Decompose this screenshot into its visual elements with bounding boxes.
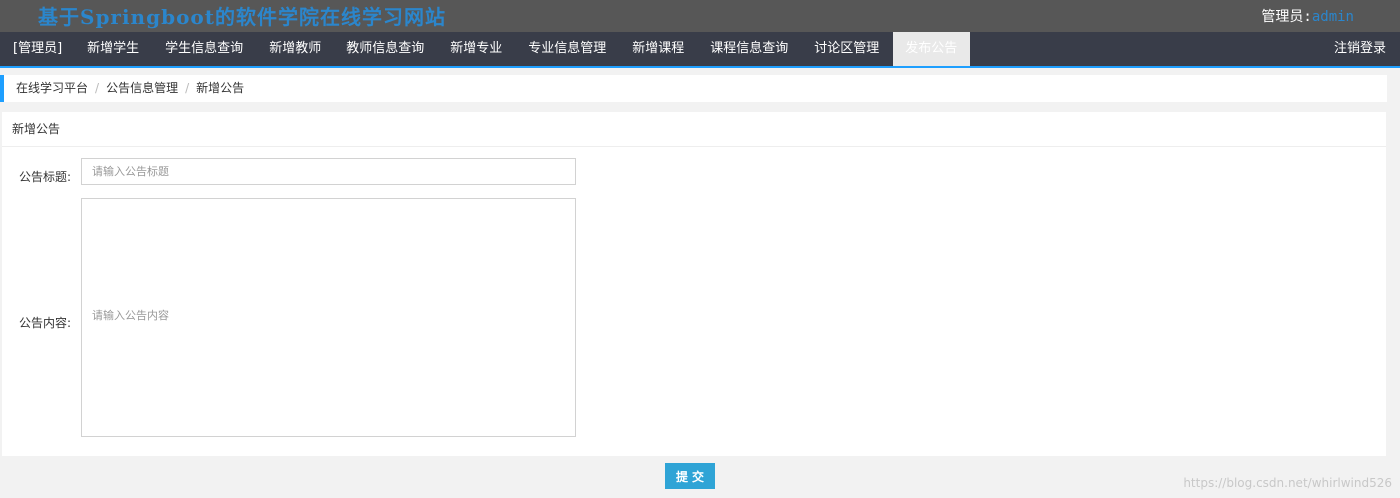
submit-button[interactable]: 提交	[665, 463, 715, 489]
logout-link[interactable]: 注销登录	[1334, 32, 1386, 66]
title-label: 公告标题:	[19, 170, 72, 184]
nav-item-forum-manage[interactable]: 讨论区管理	[801, 32, 893, 66]
nav-item-add-teacher[interactable]: 新增教师	[256, 32, 334, 66]
nav-item-role[interactable]: [管理员]	[0, 32, 73, 66]
admin-info: 管理员:admin	[1261, 6, 1354, 26]
notice-content-textarea[interactable]	[81, 198, 576, 437]
nav-item-add-course[interactable]: 新增课程	[619, 32, 697, 66]
top-header: 基于Springboot的软件学院在线学习网站 管理员:admin	[0, 0, 1400, 32]
admin-username[interactable]: admin	[1312, 9, 1354, 25]
nav-item-major-manage[interactable]: 专业信息管理	[515, 32, 619, 66]
nav-item-publish-notice[interactable]: 发布公告	[893, 32, 971, 66]
nav-item-add-major[interactable]: 新增专业	[437, 32, 515, 66]
notice-title-input[interactable]	[81, 158, 576, 185]
admin-label: 管理员:	[1261, 9, 1312, 25]
breadcrumb-item-current: 新增公告	[196, 81, 245, 95]
panel-title: 新增公告	[2, 112, 1386, 147]
main-nav: [管理员] 新增学生 学生信息查询 新增教师 教师信息查询 新增专业 专业信息管…	[0, 32, 1400, 68]
breadcrumb-item-home[interactable]: 在线学习平台	[16, 81, 88, 95]
breadcrumb-separator: /	[95, 81, 100, 95]
breadcrumb-item-notice-manage[interactable]: 公告信息管理	[106, 81, 178, 95]
nav-item-student-query[interactable]: 学生信息查询	[152, 32, 256, 66]
notice-form-panel: 新增公告 公告标题: 公告内容:	[2, 112, 1386, 456]
nav-item-teacher-query[interactable]: 教师信息查询	[334, 32, 437, 66]
breadcrumb-separator: /	[185, 81, 190, 95]
site-title: 基于Springboot的软件学院在线学习网站	[38, 5, 446, 29]
breadcrumb: 在线学习平台 / 公告信息管理 / 新增公告	[0, 75, 1387, 102]
nav-item-add-student[interactable]: 新增学生	[73, 32, 152, 66]
watermark: https://blog.csdn.net/whirlwind526	[1183, 476, 1392, 490]
nav-items: [管理员] 新增学生 学生信息查询 新增教师 教师信息查询 新增专业 专业信息管…	[0, 32, 971, 66]
nav-item-course-query[interactable]: 课程信息查询	[697, 32, 801, 66]
content-label: 公告内容:	[19, 316, 72, 330]
